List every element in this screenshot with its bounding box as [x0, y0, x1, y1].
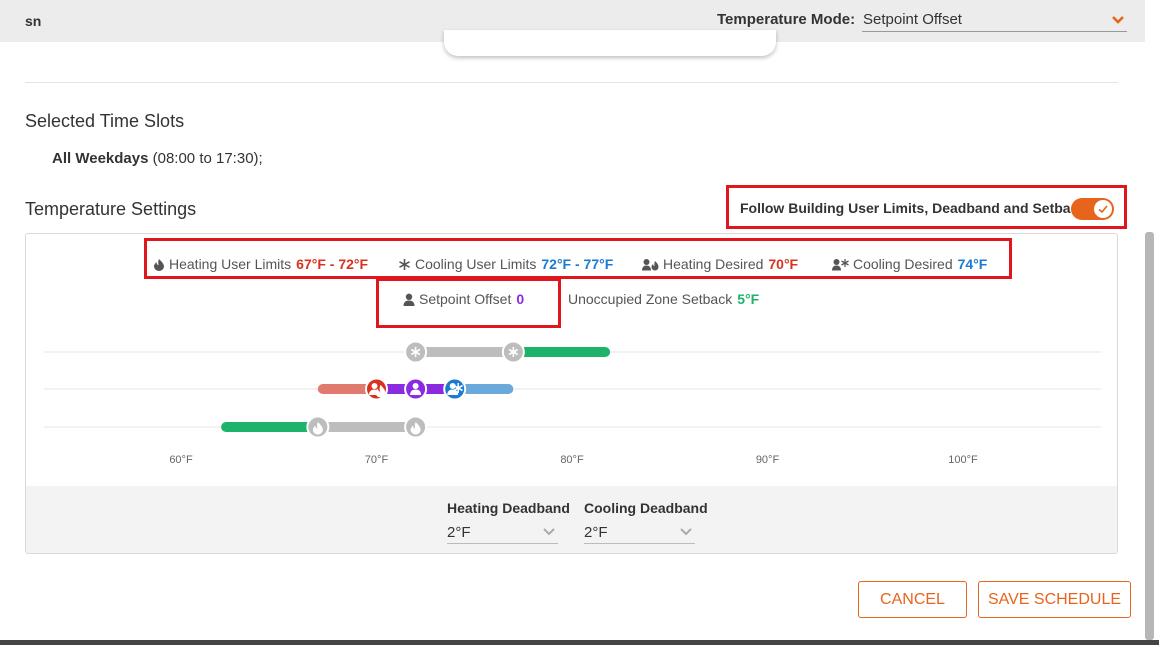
cooling-deadband-select[interactable]: 2°F [584, 522, 695, 544]
time-slot-entry: All Weekdays (08:00 to 17:30); [52, 150, 263, 167]
x-tick-label: 90°F [756, 454, 780, 466]
cancel-button[interactable]: CANCEL [858, 581, 967, 618]
highlight-box-offset [376, 278, 561, 328]
temperature-settings-title: Temperature Settings [25, 199, 197, 219]
deadband-strip [26, 486, 1117, 553]
x-tick-label: 70°F [365, 454, 389, 466]
cooling-deadband-value: 2°F [584, 524, 608, 541]
heating-min-knob [306, 415, 330, 439]
cooling-desired-knob [443, 377, 467, 401]
cooling-deadband: Cooling Deadband 2°F [584, 500, 708, 544]
setback-bar-cooling [513, 347, 611, 357]
setback-bar-heating [221, 422, 318, 432]
cooling-min-knob [404, 340, 428, 364]
time-slot-days: All Weekdays [52, 150, 149, 167]
temperature-mode-value: Setpoint Offset [863, 11, 962, 28]
heating-desired-knob [365, 377, 388, 401]
setpoint-offset-knob [404, 377, 428, 401]
bottom-edge [0, 640, 1159, 645]
x-tick-label: 60°F [169, 454, 193, 466]
heating-deadband: Heating Deadband 2°F [447, 500, 570, 544]
temperature-chart-panel: Heating User Limits 67°F - 72°F Cooling … [25, 233, 1118, 554]
cooling-max-knob [501, 340, 525, 364]
cooling-limits-bar [415, 347, 514, 357]
x-tick-label: 100°F [948, 454, 978, 466]
scrollbar-thumb[interactable] [1145, 232, 1154, 640]
highlight-box-legend [144, 238, 1012, 279]
time-slot-range: (08:00 to 17:30); [148, 150, 263, 167]
heating-limits-bar [317, 422, 416, 432]
x-tick-label: 80°F [560, 454, 584, 466]
chevron-down-icon [680, 528, 692, 536]
temperature-mode-select[interactable]: Setpoint Offset [862, 8, 1127, 32]
chevron-down-icon [543, 528, 555, 536]
heating-deadband-value: 2°F [447, 524, 471, 541]
save-schedule-button[interactable]: SAVE SCHEDULE [978, 581, 1131, 618]
divider [25, 82, 1118, 83]
zone-name: sn [25, 13, 42, 29]
heating-deadband-label: Heating Deadband [447, 500, 570, 516]
heating-max-knob [404, 415, 428, 439]
schedule-dialog: sn Temperature Mode: Setpoint Offset Sel… [0, 0, 1159, 645]
top-card [444, 30, 776, 56]
heating-deadband-select[interactable]: 2°F [447, 522, 558, 544]
temperature-mode-label: Temperature Mode: [717, 11, 856, 28]
chevron-down-icon [1112, 16, 1124, 24]
cooling-deadband-label: Cooling Deadband [584, 500, 708, 516]
time-slots-title: Selected Time Slots [25, 111, 185, 131]
highlight-box-follow [726, 185, 1127, 229]
